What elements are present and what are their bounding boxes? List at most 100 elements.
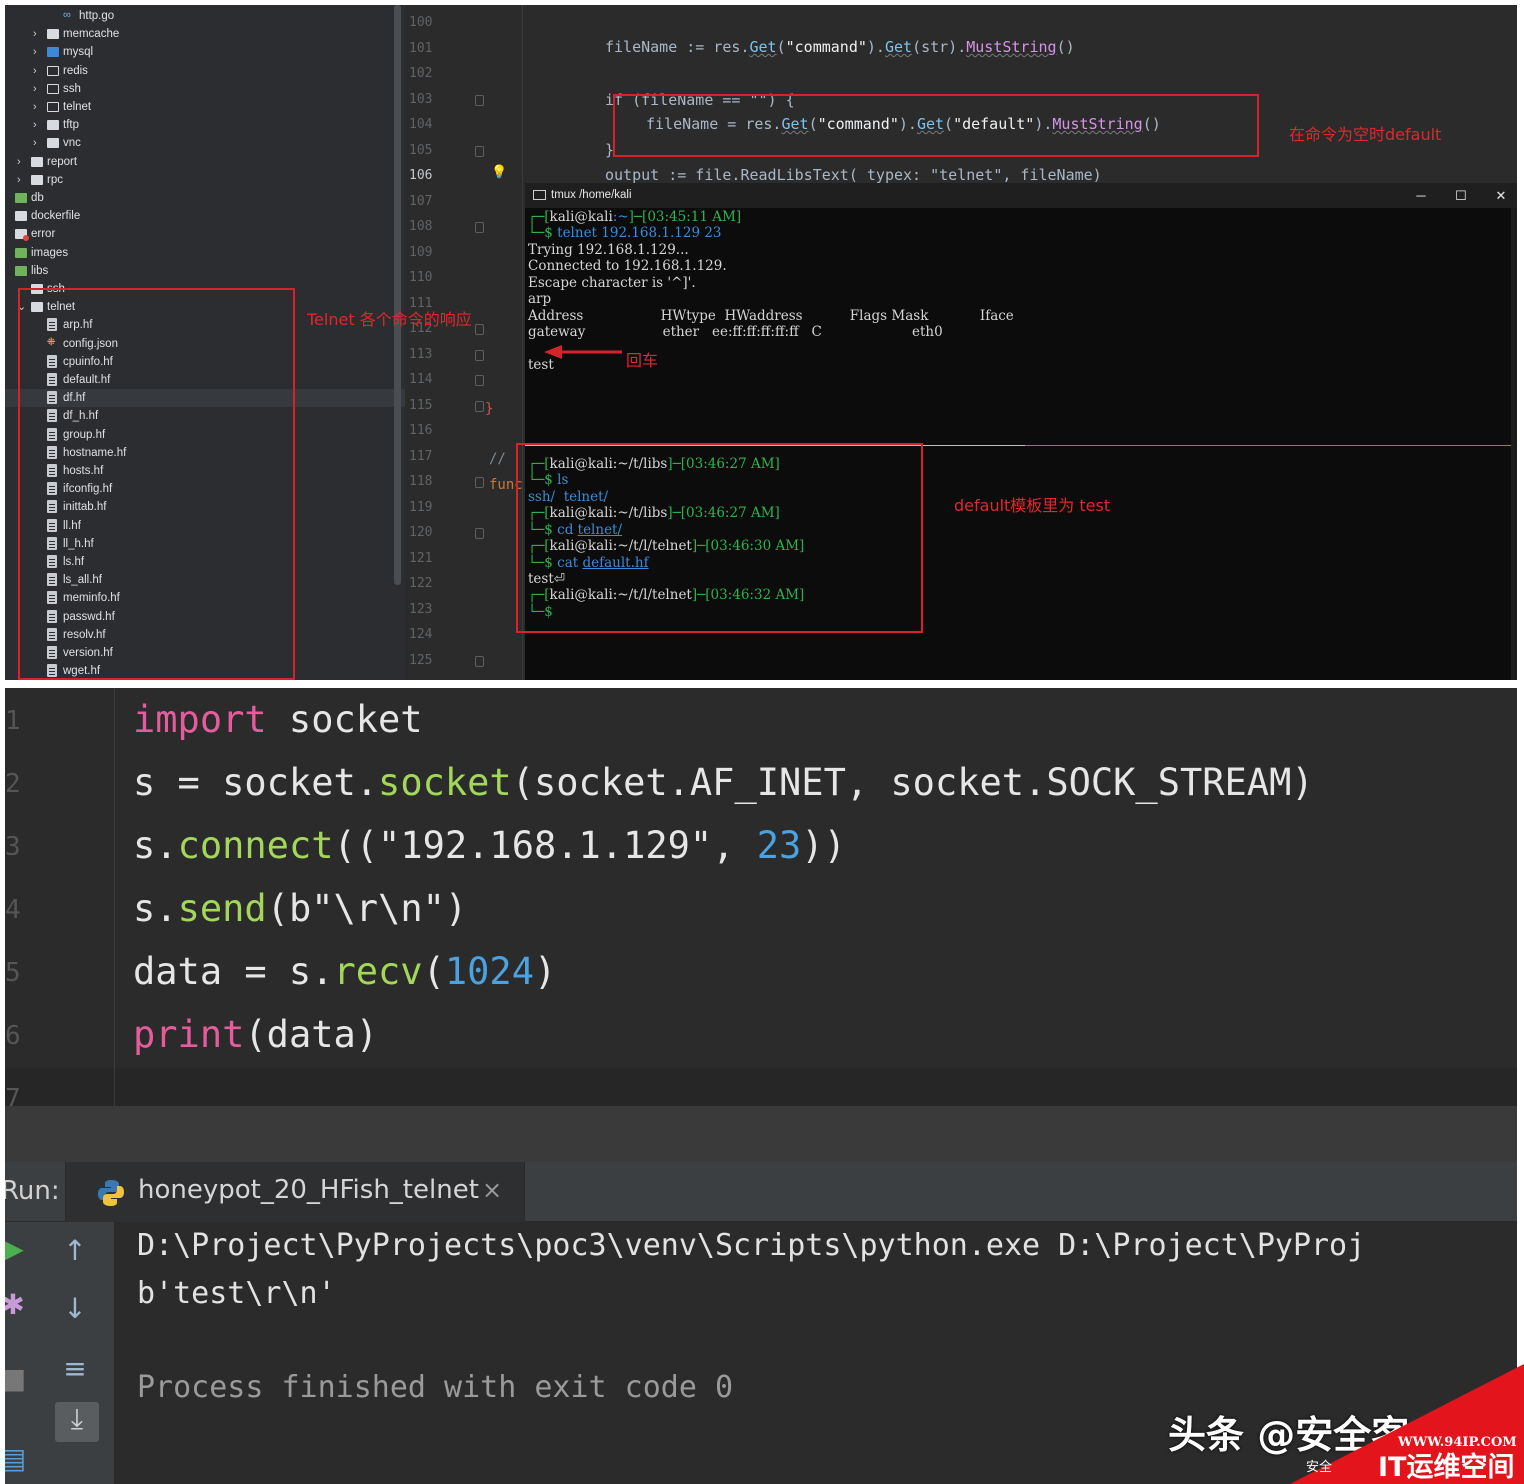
minimize-button[interactable]: ─ bbox=[1401, 183, 1441, 208]
folder-icon bbox=[31, 156, 43, 167]
term-output: Escape character is '^]'. bbox=[528, 275, 696, 291]
lightbulb-icon[interactable]: 💡 bbox=[491, 165, 507, 180]
folder-outline-icon bbox=[47, 65, 59, 76]
line-number: 109 bbox=[409, 244, 433, 260]
line-number: 5 bbox=[5, 958, 21, 988]
chevron-right-icon[interactable]: › bbox=[33, 98, 43, 116]
tree-item[interactable]: db bbox=[5, 189, 405, 207]
fold-marker-icon[interactable] bbox=[475, 145, 484, 157]
arrow-up-icon[interactable]: ↑ bbox=[55, 1234, 95, 1267]
terminal-title: tmux /home/kali bbox=[551, 189, 632, 201]
maximize-button[interactable]: ☐ bbox=[1441, 183, 1481, 208]
line-number: 108 bbox=[409, 219, 433, 234]
closing-brace: } bbox=[485, 401, 494, 417]
annotation-box-default-template bbox=[516, 443, 923, 633]
settings-icon[interactable]: ✱ bbox=[5, 1288, 33, 1321]
fold-marker-icon[interactable] bbox=[475, 528, 484, 539]
fold-marker-icon[interactable] bbox=[475, 375, 484, 386]
tree-item[interactable]: › redis bbox=[5, 62, 405, 80]
fold-marker-icon[interactable] bbox=[475, 477, 484, 488]
layout-icon[interactable]: ▤ bbox=[5, 1442, 33, 1475]
run-tab-label: honeypot_20_HFish_telnet bbox=[138, 1175, 479, 1205]
line-number: 104 bbox=[409, 117, 433, 132]
tree-item[interactable]: ∞ http.go bbox=[5, 7, 405, 25]
fold-marker-icon[interactable] bbox=[475, 222, 484, 233]
terminal-scrollbar[interactable] bbox=[1511, 208, 1517, 680]
tree-item[interactable]: › tftp bbox=[5, 116, 405, 134]
tree-item-label: images bbox=[31, 246, 69, 259]
scroll-to-end-icon[interactable]: ⤓ bbox=[55, 1402, 99, 1442]
fold-marker-icon[interactable] bbox=[475, 655, 484, 667]
console-exit-message: Process finished with exit code 0 bbox=[137, 1370, 734, 1405]
fold-marker-icon[interactable] bbox=[475, 94, 484, 106]
tree-item[interactable]: › telnet bbox=[5, 98, 405, 116]
fold-marker-icon[interactable] bbox=[475, 349, 484, 361]
term-output: Address HWtype HWaddress Flags Mask Ifac… bbox=[528, 308, 1014, 324]
python-gutter: 1234567 bbox=[5, 688, 115, 1114]
run-tab[interactable]: honeypot_20_HFish_telnet × bbox=[65, 1162, 525, 1222]
python-editor[interactable]: 1234567 import socket s = socket.socket(… bbox=[5, 688, 1517, 1114]
stop-icon[interactable]: ■ bbox=[5, 1362, 33, 1395]
run-tool-window-header: Run: honeypot_20_HFish_telnet × bbox=[5, 1162, 1517, 1222]
tree-item[interactable]: images bbox=[5, 244, 405, 262]
tree-item[interactable]: › memcache bbox=[5, 25, 405, 43]
annotation-telnet-responses: Telnet 各个命令的响应 bbox=[307, 310, 472, 329]
line-number: 120 bbox=[409, 525, 433, 540]
chevron-right-icon[interactable]: › bbox=[17, 153, 27, 171]
term-command-line: └─$ telnet 192.168.1.129 23 bbox=[528, 225, 722, 241]
tree-item[interactable]: › vnc bbox=[5, 134, 405, 152]
tree-item[interactable]: › rpc bbox=[5, 171, 405, 189]
tree-item[interactable]: › mysql bbox=[5, 43, 405, 61]
line-number: 116 bbox=[409, 423, 433, 438]
tree-item-label: memcache bbox=[63, 28, 120, 41]
line-number: 100 bbox=[409, 15, 433, 30]
run-label: Run: bbox=[5, 1176, 60, 1206]
tree-item-label: rpc bbox=[47, 173, 63, 186]
chevron-right-icon[interactable]: › bbox=[33, 80, 43, 98]
comment-marker: // bbox=[489, 451, 506, 467]
line-number: 4 bbox=[5, 895, 21, 925]
chevron-right-icon[interactable]: › bbox=[33, 62, 43, 80]
logo-text: IT运维空间 bbox=[1378, 1451, 1514, 1483]
tree-item[interactable]: › report bbox=[5, 153, 405, 171]
term-output: gateway ether ee:ff:ff:ff:ff:ff C eth0 bbox=[528, 324, 943, 340]
chevron-right-icon[interactable]: › bbox=[33, 25, 43, 43]
line-number: 105 bbox=[409, 142, 433, 158]
line-number: 119 bbox=[409, 499, 433, 515]
line-number: 102 bbox=[409, 66, 433, 81]
chevron-right-icon[interactable]: › bbox=[33, 116, 43, 134]
ide-screenshot-top: ∞ http.go › memcache › mysql › redis › ssh › telnet… bbox=[5, 5, 1517, 680]
tree-item[interactable]: error bbox=[5, 225, 405, 243]
chevron-right-icon[interactable]: › bbox=[17, 171, 27, 189]
tree-item-label: db bbox=[31, 192, 44, 204]
arrow-left-icon bbox=[544, 345, 622, 359]
line-number: 1 bbox=[5, 706, 21, 736]
tree-item-label: vnc bbox=[63, 137, 81, 150]
folder-outline-icon bbox=[47, 102, 59, 112]
terminal-titlebar[interactable]: tmux /home/kali ─ ☐ ✕ bbox=[525, 183, 1517, 208]
fold-marker-icon[interactable] bbox=[475, 400, 484, 412]
line-number: 123 bbox=[409, 601, 433, 617]
folder-outline-icon bbox=[47, 83, 59, 94]
term-prompt-line: ┌─[kali@kali:~]─[03:45:11 AM] bbox=[528, 209, 742, 225]
tree-item[interactable]: › ssh bbox=[5, 80, 405, 98]
tree-item-label: libs bbox=[31, 264, 49, 277]
python-line-5: data = s.recv(1024) bbox=[133, 950, 557, 993]
close-icon[interactable]: × bbox=[482, 1176, 502, 1204]
arrow-down-icon[interactable]: ↓ bbox=[55, 1292, 95, 1325]
tree-item[interactable]: libs bbox=[5, 262, 405, 280]
chevron-right-icon[interactable]: › bbox=[33, 43, 43, 61]
annotation-default-when-empty: 在命令为空时default bbox=[1289, 125, 1442, 144]
tree-item[interactable]: dockerfile bbox=[5, 207, 405, 225]
rerun-icon[interactable]: ▶ bbox=[5, 1232, 33, 1265]
chevron-right-icon[interactable]: › bbox=[33, 134, 43, 152]
line-number: 107 bbox=[409, 193, 433, 209]
close-button[interactable]: ✕ bbox=[1481, 183, 1517, 208]
soft-wrap-icon[interactable]: ≡ bbox=[55, 1352, 95, 1385]
tree-item-label: dockerfile bbox=[31, 210, 81, 223]
console-command-line: D:\Project\PyProjects\poc3\venv\Scripts\… bbox=[137, 1228, 1366, 1263]
fold-marker-icon[interactable] bbox=[475, 324, 484, 335]
tree-scrollbar[interactable] bbox=[394, 5, 401, 585]
current-line-highlight bbox=[5, 1068, 1517, 1106]
code-line-106: output := file.ReadLibsText( typex: "tel… bbox=[605, 166, 1102, 183]
